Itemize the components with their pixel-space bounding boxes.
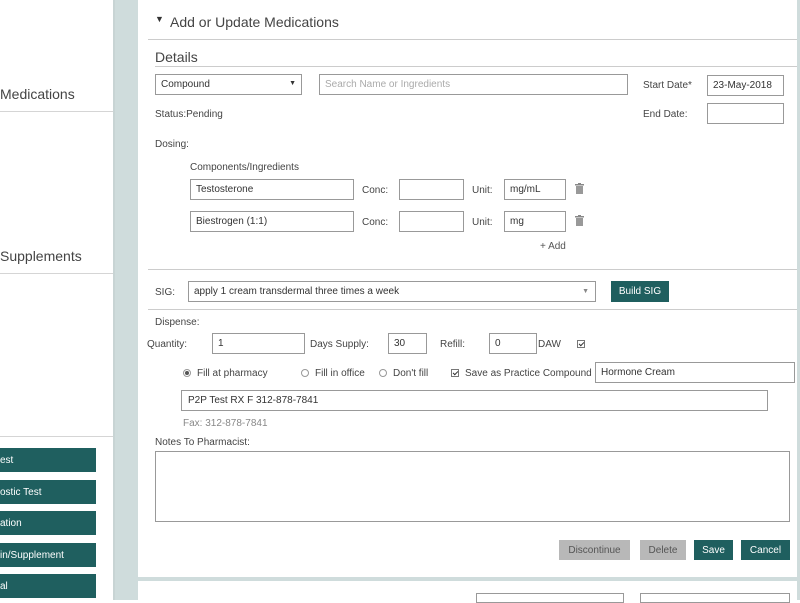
chevron-down-icon: ▼ [582,288,589,295]
sidebar-button-vitamin-supplement[interactable]: in/Supplement [0,543,96,567]
left-sidebar: Medications Supplements est ostic Test a… [0,0,113,600]
refill-input[interactable]: 0 [489,333,537,354]
conc-label: Conc: [362,217,389,228]
daw-checkbox[interactable] [577,340,585,348]
save-button[interactable]: Save [694,540,733,560]
details-title: Details [155,49,198,65]
save-practice-compound-label: Save as Practice Compound [465,368,592,379]
unit-label: Unit: [472,217,493,228]
practice-compound-name-input[interactable]: Hormone Cream [595,362,795,383]
divider [0,436,113,437]
notes-label: Notes To Pharmacist: [155,437,250,448]
unit-value: mg [510,216,524,227]
quantity-label: Quantity: [147,339,188,350]
component-name-value: Biestrogen (1:1) [196,216,268,227]
component-name-input[interactable]: Biestrogen (1:1) [190,211,354,232]
start-date-value: 23-May-2018 [713,80,772,91]
discontinue-button[interactable]: Discontinue [559,540,630,560]
gutter [115,0,138,600]
fill-at-pharmacy-label: Fill at pharmacy [197,368,268,379]
divider [148,309,797,310]
sidebar-supplements-heading: Supplements [0,248,82,264]
unit-label: Unit: [472,185,493,196]
refill-value: 0 [495,338,501,349]
divider [148,39,797,40]
sidebar-button-referral[interactable]: al [0,574,96,598]
components-label: Components/Ingredients [190,162,299,173]
status-text: Status:Pending [155,109,223,120]
unit-input[interactable]: mg [504,211,566,232]
filter-input[interactable] [640,593,790,603]
dont-fill-label: Don't fill [393,368,429,379]
sidebar-medications-heading: Medications [0,86,75,102]
sig-select[interactable]: apply 1 cream transdermal three times a … [188,281,596,302]
build-sig-button[interactable]: Build SIG [611,281,669,302]
unit-value: mg/mL [510,184,541,195]
medication-search-input[interactable]: Search Name or Ingredients [319,74,628,95]
divider [155,66,797,67]
pharmacy-fax-text: Fax: 312-878-7841 [183,418,268,429]
conc-input[interactable] [399,179,464,200]
section-separator [138,577,797,581]
start-date-label: Start Date* [643,80,692,91]
days-supply-input[interactable]: 30 [388,333,427,354]
dont-fill-radio[interactable] [379,369,387,377]
quantity-value: 1 [218,338,224,349]
sidebar-button-test[interactable]: est [0,448,96,472]
divider [0,273,113,274]
trash-icon[interactable] [575,183,584,194]
end-date-input[interactable] [707,103,784,124]
fill-in-office-radio[interactable] [301,369,309,377]
days-supply-label: Days Supply: [310,339,369,350]
cancel-button[interactable]: Cancel [741,540,790,560]
search-placeholder: Search Name or Ingredients [325,79,451,90]
search-input[interactable] [476,593,624,603]
component-name-input[interactable]: Testosterone [190,179,354,200]
divider [0,111,113,112]
medication-type-select[interactable]: Compound ▼ [155,74,302,95]
days-supply-value: 30 [394,338,406,349]
dosing-label: Dosing: [155,139,189,150]
medication-type-value: Compound [161,79,210,90]
component-name-value: Testosterone [196,184,254,195]
sidebar-button-medication[interactable]: ation [0,511,96,535]
notes-textarea[interactable] [155,451,790,522]
trash-icon[interactable] [575,215,584,226]
fill-in-office-label: Fill in office [315,368,365,379]
collapse-triangle-icon[interactable]: ▼ [155,14,164,24]
pharmacy-input[interactable]: P2P Test RX F 312-878-7841 [181,390,768,411]
end-date-label: End Date: [643,109,688,120]
conc-input[interactable] [399,211,464,232]
add-component-link[interactable]: + Add [540,241,566,252]
save-practice-compound-checkbox[interactable] [451,369,459,377]
pharmacy-value: P2P Test RX F 312-878-7841 [188,395,319,406]
quantity-input[interactable]: 1 [212,333,305,354]
start-date-input[interactable]: 23-May-2018 [707,75,784,96]
sidebar-button-diagnostic-test[interactable]: ostic Test [0,480,96,504]
practice-compound-name-value: Hormone Cream [601,367,675,378]
refill-label: Refill: [440,339,466,350]
unit-input[interactable]: mg/mL [504,179,566,200]
divider [148,269,797,270]
dispense-label: Dispense: [155,317,200,328]
fill-at-pharmacy-radio[interactable] [183,369,191,377]
conc-label: Conc: [362,185,389,196]
sig-label: SIG: [155,287,176,298]
delete-button[interactable]: Delete [640,540,686,560]
sig-value: apply 1 cream transdermal three times a … [194,286,400,297]
form-header-title: Add or Update Medications [170,14,339,30]
chevron-down-icon: ▼ [289,80,296,87]
daw-label: DAW [538,339,561,350]
